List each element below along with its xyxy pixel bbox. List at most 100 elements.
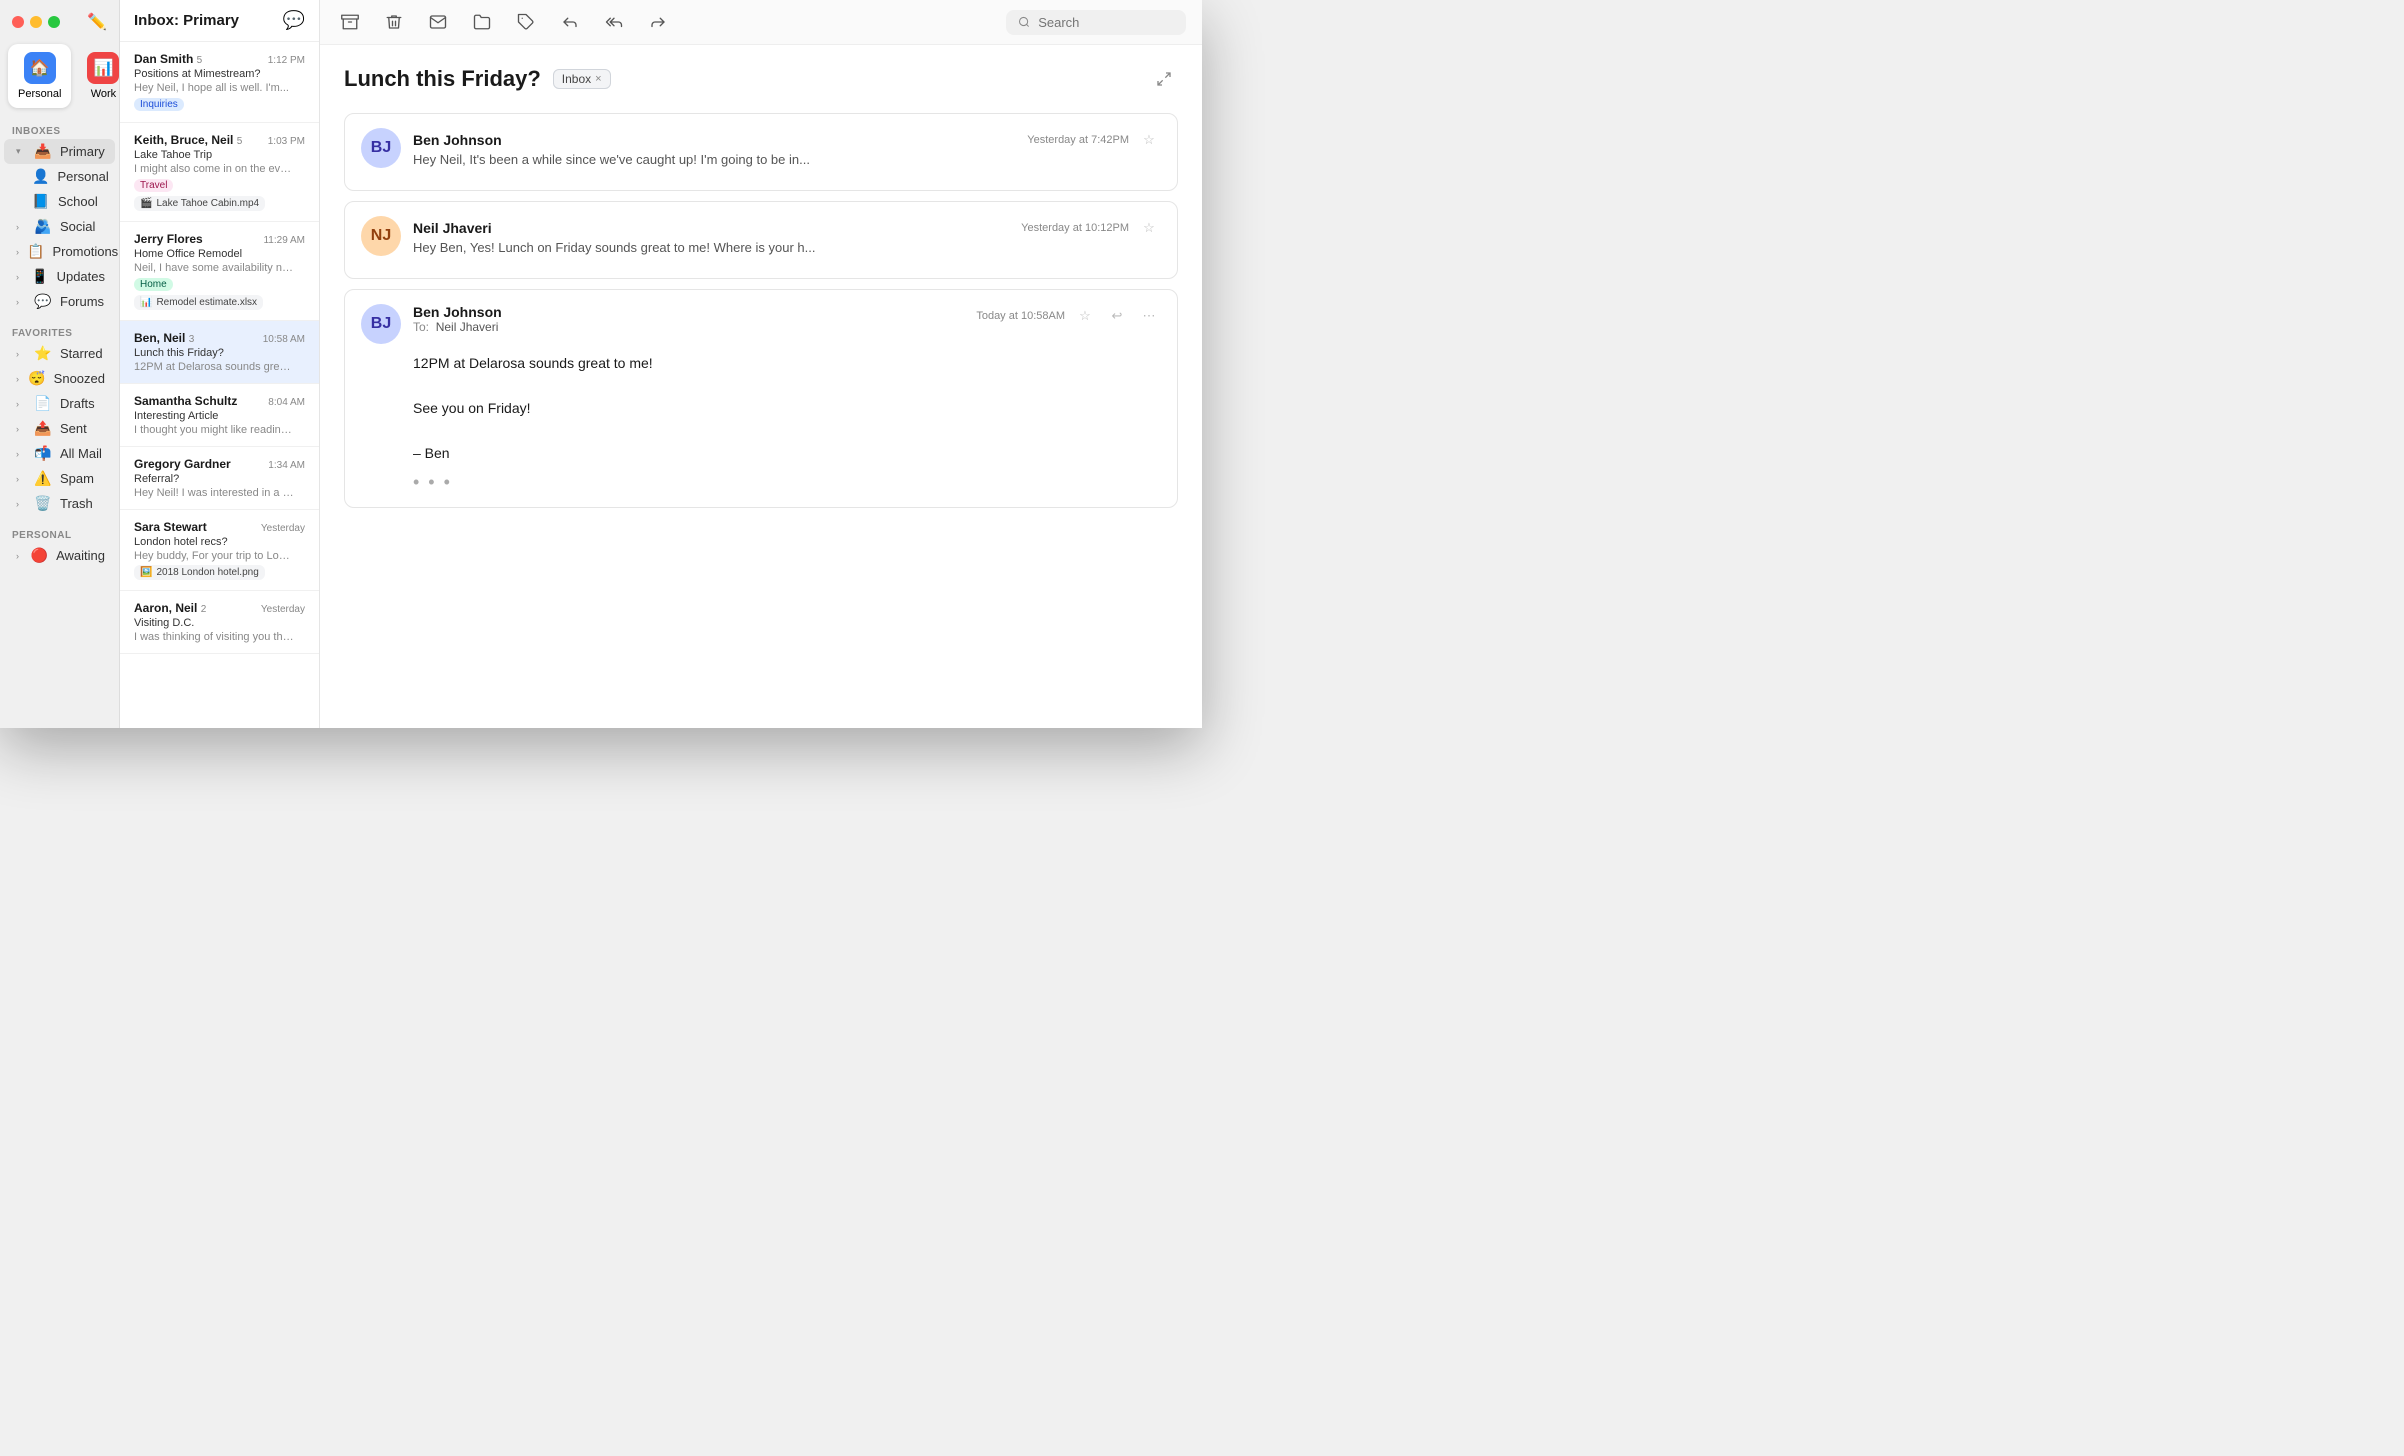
reply-all-button[interactable] [600,8,628,36]
sidebar-item-forums[interactable]: › 💬 Forums [4,289,115,314]
more-options-button[interactable]: ⋯ [1137,304,1161,328]
favorites-section-label: Favorites [0,322,119,341]
star-button[interactable]: ☆ [1137,216,1161,240]
compose-icon[interactable]: ✏️ [87,12,107,32]
email-list-title: Inbox: Primary [134,12,239,29]
message-body: 12PM at Delarosa sounds great to me! See… [361,352,1161,464]
email-sender: Ben, Neil 3 [134,331,194,345]
message-time: Yesterday at 7:42PM [1027,134,1129,146]
email-item-header: Ben, Neil 3 10:58 AM [134,331,305,345]
email-item-header: Gregory Gardner 1:34 AM [134,457,305,471]
sent-icon: 📤 [34,420,52,437]
personal-account-icon: 🏠 [24,52,56,84]
email-detail: Lunch this Friday? Inbox × BJ Ben Johnso… [320,0,1202,728]
attachment-name: 2018 London hotel.png [156,567,258,578]
updates-icon: 📱 [31,268,48,285]
search-bar[interactable] [1006,10,1186,35]
sidebar-item-all-mail[interactable]: › 📬 All Mail [4,441,115,466]
sidebar-item-promotions[interactable]: › 📋 Promotions [4,239,115,264]
sidebar-item-awaiting-label: Awaiting [56,548,105,563]
sidebar-item-updates[interactable]: › 📱 Updates [4,264,115,289]
email-preview: Hey Neil, I hope all is well. I'm... [134,82,294,94]
message-header: BJ Ben Johnson Yesterday at 7:42PM ☆ Hey… [361,128,1161,168]
email-time: 1:34 AM [268,460,305,471]
folder-button[interactable] [468,8,496,36]
email-sender: Dan Smith 5 [134,52,202,66]
primary-icon: 📥 [34,143,52,160]
email-item[interactable]: Gregory Gardner 1:34 AM Referral? Hey Ne… [120,447,319,510]
sent-chevron: › [16,424,26,434]
avatar: BJ [361,304,401,344]
sidebar-item-social[interactable]: › 🫂 Social [4,214,115,239]
expand-thread-button[interactable] [1150,65,1178,93]
sidebar-item-spam[interactable]: › ⚠️ Spam [4,466,115,491]
message-item[interactable]: NJ Neil Jhaveri Yesterday at 10:12PM ☆ H… [344,201,1178,279]
promotions-icon: 📋 [27,243,44,260]
sidebar-item-promotions-label: Promotions [52,244,118,259]
email-item[interactable]: Sara Stewart Yesterday London hotel recs… [120,510,319,591]
sidebar-item-snoozed-label: Snoozed [54,371,105,386]
email-item[interactable]: Samantha Schultz 8:04 AM Interesting Art… [120,384,319,447]
message-thread: BJ Ben Johnson Yesterday at 7:42PM ☆ Hey… [344,113,1178,518]
attachment-icon: 📊 [140,297,152,308]
trash-chevron: › [16,499,26,509]
trash-icon: 🗑️ [34,495,52,512]
forward-button[interactable] [644,8,672,36]
message-time: Yesterday at 10:12PM [1021,222,1129,234]
trash-button[interactable] [380,8,408,36]
message-header: BJ Ben Johnson To: Neil Jhaveri Today at… [361,304,1161,344]
star-button[interactable]: ☆ [1137,128,1161,152]
email-subject: Lake Tahoe Trip [134,149,305,161]
sidebar-item-school[interactable]: 📘 School [4,189,115,214]
email-attachment: 🎬 Lake Tahoe Cabin.mp4 [134,196,265,211]
email-item[interactable]: Aaron, Neil 2 Yesterday Visiting D.C. I … [120,591,319,654]
message-item[interactable]: BJ Ben Johnson Yesterday at 7:42PM ☆ Hey… [344,113,1178,191]
message-to: To: Neil Jhaveri [413,320,502,334]
primary-chevron: ▾ [16,146,26,157]
search-input[interactable] [1038,15,1174,30]
message-item[interactable]: BJ Ben Johnson To: Neil Jhaveri Today at… [344,289,1178,508]
sidebar-item-personal[interactable]: 👤 Personal [4,164,115,189]
forums-chevron: › [16,297,26,307]
sidebar-item-awaiting[interactable]: › 🔴 Awaiting [4,543,115,568]
sidebar-item-primary[interactable]: ▾ 📥 Primary [4,139,115,164]
attachment-name: Remodel estimate.xlsx [156,297,257,308]
message-sender: Ben Johnson [413,132,502,148]
archive-button[interactable] [336,8,364,36]
email-preview: I might also come in on the eveni... [134,163,294,175]
message-meta: Neil Jhaveri Yesterday at 10:12PM ☆ Hey … [413,216,1161,255]
sidebar-item-drafts[interactable]: › 📄 Drafts [4,391,115,416]
message-preview: Hey Neil, It's been a while since we've … [413,152,1161,167]
maximize-button[interactable] [48,16,60,28]
tag-button[interactable] [512,8,540,36]
inboxes-section-label: Inboxes [0,120,119,139]
reply-button[interactable] [556,8,584,36]
email-item[interactable]: Jerry Flores 11:29 AM Home Office Remode… [120,222,319,321]
email-detail-title: Lunch this Friday? [344,66,541,92]
personal-account-tab[interactable]: 🏠 Personal [8,44,71,108]
personal-section-label: Personal [0,524,119,543]
email-item[interactable]: Dan Smith 5 1:12 PM Positions at Mimestr… [120,42,319,123]
more-messages-indicator[interactable]: • • • [361,472,1161,493]
drafts-chevron: › [16,399,26,409]
sidebar-item-trash[interactable]: › 🗑️ Trash [4,491,115,516]
email-item[interactable]: Keith, Bruce, Neil 5 1:03 PM Lake Tahoe … [120,123,319,222]
email-tag: Home [134,278,173,291]
message-recipient: Neil Jhaveri [436,320,499,334]
star-button[interactable]: ☆ [1073,304,1097,328]
email-item[interactable]: Ben, Neil 3 10:58 AM Lunch this Friday? … [120,321,319,384]
starred-chevron: › [16,349,26,359]
minimize-button[interactable] [30,16,42,28]
mark-unread-button[interactable] [424,8,452,36]
sidebar-item-starred[interactable]: › ⭐ Starred [4,341,115,366]
sidebar-item-sent[interactable]: › 📤 Sent [4,416,115,441]
sidebar-item-snoozed[interactable]: › 😴 Snoozed [4,366,115,391]
inbox-tag-close[interactable]: × [595,73,601,85]
inbox-tag-label: Inbox [562,72,591,86]
message-meta: Ben Johnson To: Neil Jhaveri Today at 10… [413,304,1161,334]
close-button[interactable] [12,16,24,28]
email-subject: Visiting D.C. [134,617,305,629]
reply-message-button[interactable]: ↩ [1105,304,1129,328]
email-subject: Interesting Article [134,410,305,422]
list-options-icon[interactable]: 💬 [283,10,305,31]
